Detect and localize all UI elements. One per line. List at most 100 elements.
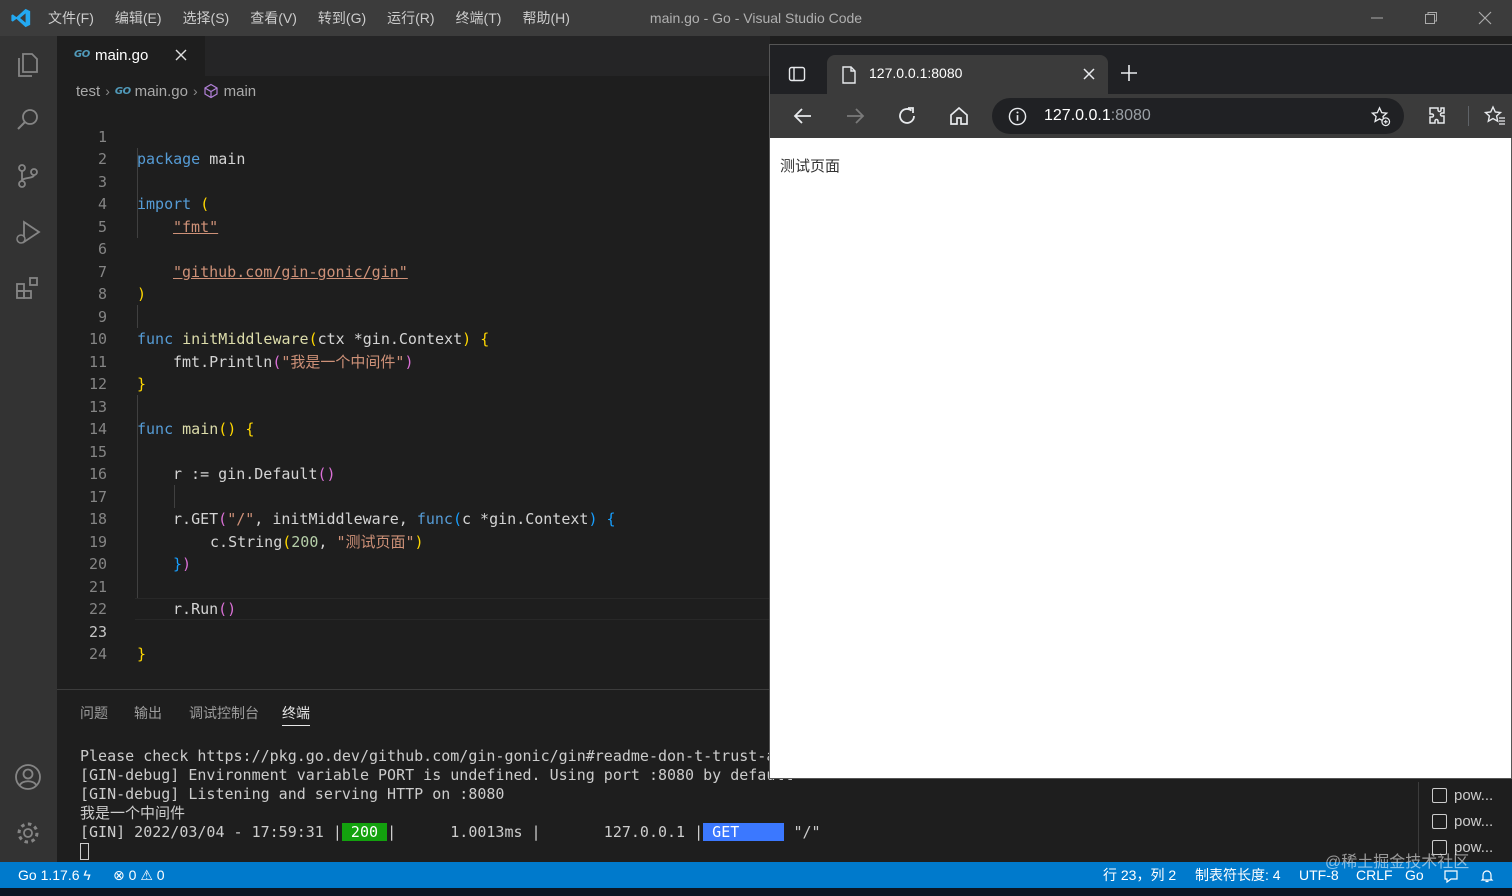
menu-help[interactable]: 帮助(H) (519, 8, 572, 28)
code-line: 8 (57, 261, 770, 303)
code-line: 21 r.Run() (57, 553, 770, 619)
indentation[interactable]: 制表符长度: 4 (1195, 862, 1281, 888)
code-editor[interactable]: 1 package main 2 3 import ( 4 "fmt" 5 6 … (57, 103, 770, 688)
code-line: 1 package main (57, 103, 770, 169)
url-text: 127.0.0.1:8080 (1044, 107, 1151, 125)
terminal-line: Please check https://pkg.go.dev/github.c… (80, 747, 803, 765)
terminal-icon (1432, 788, 1447, 803)
browser-tab-title: 127.0.0.1:8080 (869, 65, 963, 81)
menu-terminal[interactable]: 终端(T) (453, 8, 505, 28)
status-bar: Go 1.17.6 ϟ ⊗ 0 ⚠ 0 行 23，列 2 制表符长度: 4 UT… (0, 862, 1512, 888)
code-line: 11 } (57, 328, 770, 394)
menu-file[interactable]: 文件(F) (45, 8, 97, 28)
info-icon[interactable] (1008, 107, 1027, 126)
extensions-icon[interactable] (1427, 105, 1449, 127)
chevron-right-icon: › (192, 83, 198, 99)
code-line: 12 (57, 351, 770, 393)
warning-icon: ⚠ (140, 867, 153, 883)
code-line: 22 (57, 576, 770, 618)
manage-button[interactable] (0, 805, 57, 861)
bell-icon[interactable] (1479, 868, 1495, 884)
terminal-instance-label: pow... (1454, 813, 1494, 830)
warning-count: 0 (156, 867, 165, 883)
url-host: 127.0.0.1 (1044, 107, 1111, 124)
restore-icon (1425, 12, 1437, 24)
code-line: 24 (57, 621, 770, 663)
address-bar[interactable]: 127.0.0.1:8080 (992, 98, 1404, 134)
code-line: 3 import ( (57, 148, 770, 214)
breadcrumb-file[interactable]: main.go (135, 83, 188, 100)
tab-actions-icon[interactable] (788, 65, 806, 83)
chevron-right-icon: › (105, 83, 110, 99)
terminal-instance[interactable]: pow... (1432, 813, 1493, 830)
minimize-button[interactable] (1350, 0, 1404, 36)
tab-debug-console[interactable]: 调试控制台 (189, 703, 259, 723)
explorer-button[interactable] (0, 36, 57, 92)
menu-view[interactable]: 查看(V) (247, 8, 300, 28)
terminal-line: [GIN-debug] Environment variable PORT is… (80, 766, 794, 784)
error-count: 0 (128, 867, 137, 883)
accounts-button[interactable] (0, 749, 57, 805)
tab-main-go[interactable]: GO main.go (57, 36, 205, 76)
breadcrumb-symbol[interactable]: main (224, 83, 257, 100)
taskbar-strip (0, 888, 1512, 896)
terminal-line: [GIN-debug] Listening and serving HTTP o… (80, 785, 505, 803)
activity-bar (0, 36, 57, 862)
close-window-button[interactable] (1458, 0, 1512, 36)
forward-icon[interactable] (844, 105, 866, 127)
problems-item[interactable]: ⊗ 0 ⚠ 0 (113, 862, 165, 888)
method-badge: GET (703, 823, 785, 841)
run-debug-button[interactable] (0, 204, 57, 260)
extensions-icon (16, 277, 38, 299)
code-line: 2 (57, 126, 770, 168)
search-button[interactable] (0, 92, 57, 148)
bracket: } (137, 645, 147, 663)
terminal-prompt[interactable] (80, 842, 821, 861)
gear-icon (17, 822, 39, 844)
go-file-icon: GO (114, 85, 131, 97)
terminal-icon (1432, 814, 1447, 829)
menu-go[interactable]: 转到(G) (315, 8, 369, 28)
tab-output[interactable]: 输出 (134, 703, 162, 723)
terminal-instance[interactable]: pow... (1432, 787, 1493, 804)
menu-run[interactable]: 运行(R) (384, 8, 437, 28)
close-tab-icon[interactable] (171, 45, 191, 65)
browser-window: 127.0.0.1:8080 127.0.0.1:8080 测试页面 (769, 44, 1512, 779)
code-line: 7 ) (57, 238, 770, 304)
restore-button[interactable] (1404, 0, 1458, 36)
tab-problems[interactable]: 问题 (80, 703, 108, 723)
refresh-icon[interactable] (896, 105, 918, 127)
line-number: 24 (88, 645, 107, 663)
browser-toolbar: 127.0.0.1:8080 (770, 94, 1512, 138)
go-version-item[interactable]: Go 1.17.6 ϟ (18, 862, 91, 888)
tab-label: main.go (95, 47, 149, 64)
gin-log-path: "/" (784, 823, 821, 841)
browser-tab[interactable]: 127.0.0.1:8080 (827, 55, 1108, 94)
code-line: 14 (57, 396, 770, 438)
code-line: 18 c.String(200, "测试页面") (57, 486, 770, 551)
close-icon (1478, 11, 1492, 25)
symbol-method-icon (204, 83, 218, 99)
terminal-instance-label: pow... (1454, 787, 1494, 804)
home-icon[interactable] (948, 105, 970, 127)
back-icon[interactable] (792, 105, 814, 127)
page-content: 测试页面 (780, 157, 841, 175)
code-line: 20 (57, 531, 770, 573)
toolbar-divider (1468, 106, 1469, 126)
source-control-button[interactable] (0, 148, 57, 204)
cursor-position[interactable]: 行 23，列 2 (1103, 862, 1176, 888)
new-tab-icon[interactable] (1120, 64, 1138, 82)
code-line: 19 }) (57, 508, 770, 574)
menu-edit[interactable]: 编辑(E) (112, 8, 165, 28)
gin-log-prefix: [GIN] 2022/03/04 - 17:59:31 | (80, 823, 342, 841)
breadcrumb-folder[interactable]: test (76, 83, 100, 100)
terminal-output[interactable]: Please check https://pkg.go.dev/github.c… (80, 747, 821, 861)
add-favorite-icon[interactable] (1370, 106, 1391, 127)
vscode-logo-icon (11, 8, 31, 28)
extensions-button[interactable] (0, 260, 57, 316)
close-tab-icon[interactable] (1083, 68, 1095, 80)
menu-selection[interactable]: 选择(S) (180, 8, 233, 28)
breadcrumb: test › GO main.go › main (76, 80, 256, 102)
tab-terminal[interactable]: 终端 (282, 703, 310, 726)
favorites-icon[interactable] (1484, 105, 1506, 127)
